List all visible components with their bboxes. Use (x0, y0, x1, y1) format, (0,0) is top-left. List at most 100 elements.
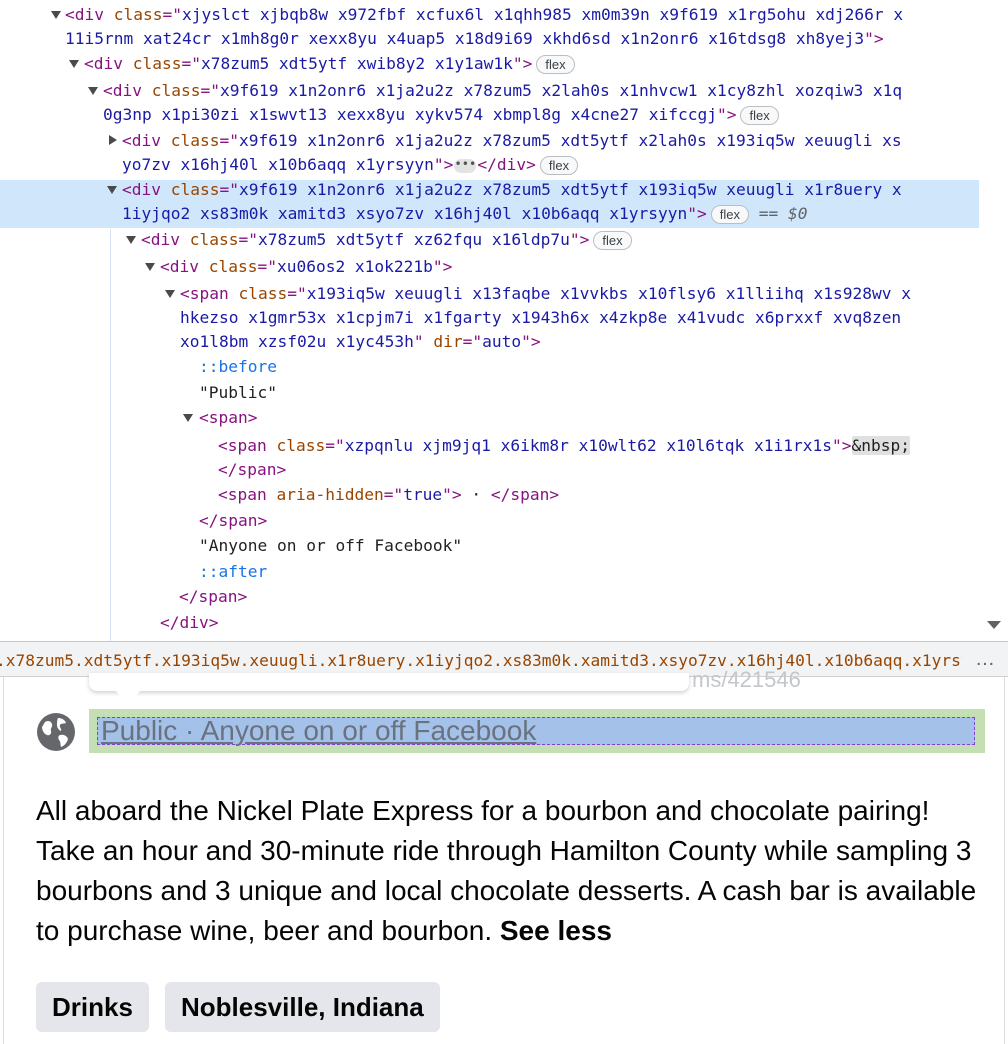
dom-node-line[interactable]: <div class="x78zum5 xdt5ytf xwib8y2 x1y1… (84, 52, 575, 76)
dom-node-line[interactable]: 11i5rnm xat24cr x1mh8g0r xexx8yu x4uap5 … (65, 27, 884, 51)
expand-triangle-icon[interactable] (51, 11, 61, 19)
code-token: x193iq5w xeuugli x13faqbe x1vvkbs x10fls… (306, 284, 911, 303)
flex-badge[interactable]: flex (593, 231, 632, 250)
tag-chip-location[interactable]: Noblesville, Indiana (165, 982, 440, 1032)
dom-node-line[interactable]: </span> (179, 585, 247, 609)
elements-scrollbar[interactable] (979, 0, 1008, 641)
code-token: <span> (199, 408, 258, 427)
flex-badge[interactable]: flex (710, 205, 749, 224)
code-token: class (132, 54, 182, 73)
dom-node-line[interactable]: <div class="x9f619 x1n2onr6 x1ja2u2z x78… (122, 178, 902, 202)
code-token: x9f619 x1n2onr6 x1ja2u2z x78zum5 x2lah0s… (219, 81, 903, 100)
code-token: =" (257, 257, 277, 276)
code-token: <span (180, 284, 239, 303)
code-token: hkezso x1gmr53x x1cpjm7i x1fgarty x1943h… (180, 308, 902, 327)
code-token: "> (442, 485, 462, 504)
code-token: <span (218, 436, 277, 455)
code-token: x9f619 x1n2onr6 x1ja2u2z x78zum5 xdt5ytf… (238, 180, 902, 199)
code-token: dir (433, 332, 463, 351)
code-token: class (151, 81, 201, 100)
dom-node-line[interactable]: "Anyone on or off Facebook" (199, 534, 462, 558)
code-token: x78zum5 xdt5ytf xz62fqu x16ldp7u (257, 230, 570, 249)
tag-chip-drinks[interactable]: Drinks (36, 982, 149, 1032)
dom-node-line[interactable]: ::before (199, 355, 277, 379)
code-token: =" (287, 284, 307, 303)
expand-triangle-icon[interactable] (183, 414, 193, 422)
code-token: class (170, 131, 220, 150)
dom-node-line[interactable]: <div class="x9f619 x1n2onr6 x1ja2u2z x78… (103, 79, 902, 103)
dom-node-line[interactable]: hkezso x1gmr53x x1cpjm7i x1fgarty x1943h… (180, 306, 901, 330)
dom-node-line[interactable]: <div class="x78zum5 xdt5ytf xz62fqu x16l… (141, 228, 632, 252)
code-token: 11i5rnm xat24cr x1mh8g0r xexx8yu x4uap5 … (65, 29, 865, 48)
code-token: class (276, 436, 326, 455)
dom-node-line[interactable]: ::after (199, 560, 267, 584)
elements-panel[interactable]: <div class="xjyslct xjbqb8w x972fbf xcfu… (0, 0, 1008, 641)
code-token: yo7zv x16hj40l x10b6aqq x1yrsyyn (122, 155, 434, 174)
dom-node-line[interactable]: yo7zv x16hj40l x10b6aqq x1yrsyyn">•••</d… (122, 153, 579, 177)
code-token: =" (462, 332, 483, 351)
dom-node-line[interactable]: xo1l8bm xzsf02u x1yc453h" dir="auto"> (180, 330, 541, 354)
dom-node-line[interactable]: <div class="xjyslct xjbqb8w x972fbf xcfu… (65, 3, 903, 27)
inspect-tooltip (89, 673, 689, 691)
code-token: class (189, 230, 239, 249)
scroll-down-icon[interactable] (987, 621, 1001, 629)
dom-node-line[interactable]: <div class="x9f619 x1n2onr6 x1ja2u2z x78… (122, 129, 902, 153)
dom-node-line[interactable]: 1iyjqo2 xs83m0k xamitd3 xsyo7zv x16hj40l… (122, 202, 807, 226)
expand-triangle-icon[interactable] (126, 236, 136, 244)
code-token: </span> (179, 587, 248, 606)
expand-triangle-icon[interactable] (69, 60, 79, 68)
code-token: <div (84, 54, 133, 73)
code-token: "> (716, 105, 737, 124)
flex-badge[interactable]: flex (740, 106, 779, 125)
code-token: xjyslct xjbqb8w x972fbf xcfux6l x1qhh985… (181, 5, 904, 24)
card-border (3, 677, 4, 1044)
flex-badge[interactable]: flex (539, 156, 579, 175)
selected-node-marker: == $0 (749, 204, 808, 223)
code-token: "> (569, 230, 590, 249)
code-token: =" (181, 54, 201, 73)
code-token: x78zum5 xdt5ytf xwib8y2 x1y1aw1k (200, 54, 513, 73)
breadcrumb-selector[interactable]: .x78zum5.xdt5ytf.x193iq5w.xeuugli.x1r8ue… (0, 651, 990, 670)
code-token: "> (433, 155, 454, 174)
code-token: =" (219, 180, 239, 199)
dom-node-line[interactable]: 0g3np x1pi30zi x1swvt13 xexx8yu xykv574 … (103, 103, 779, 127)
dom-node-line[interactable]: </div> (160, 611, 218, 635)
code-token: =" (200, 81, 220, 100)
dom-node-line[interactable]: <span aria-hidden="true"> · </span> (218, 483, 559, 507)
audience-text[interactable]: Public · Anyone on or off Facebook (101, 715, 536, 747)
code-token: =" (238, 230, 258, 249)
code-token: <div (160, 257, 209, 276)
dom-node-line[interactable]: </span> (218, 458, 286, 482)
expand-triangle-icon[interactable] (165, 290, 175, 298)
code-token: "> (432, 257, 453, 276)
tree-guide-line (110, 229, 111, 641)
collapsed-children-ellipsis[interactable]: ••• (454, 158, 477, 173)
code-token: "Public" (199, 383, 277, 402)
expand-triangle-icon[interactable] (88, 87, 98, 95)
dom-node-line[interactable]: <span class="x193iq5w xeuugli x13faqbe x… (180, 282, 911, 306)
collapse-triangle-icon[interactable] (109, 135, 117, 145)
code-token: "> (832, 436, 852, 455)
code-token: 0g3np x1pi30zi x1swvt13 xexx8yu xykv574 … (103, 105, 717, 124)
code-token: "Anyone on or off Facebook" (199, 536, 463, 555)
code-token: "> (521, 332, 541, 351)
code-token: =" (219, 131, 239, 150)
code-token: class (238, 284, 288, 303)
flex-badge[interactable]: flex (536, 55, 575, 74)
dom-node-line[interactable]: "Public" (199, 381, 277, 405)
code-token: "> (864, 29, 884, 48)
expand-triangle-icon[interactable] (107, 186, 117, 194)
code-token: 1iyjqo2 xs83m0k xamitd3 xsyo7zv x16hj40l… (122, 204, 688, 223)
dom-node-line[interactable]: <div class="xu06os2 x1ok221b"> (160, 255, 452, 279)
dom-node-line[interactable]: </span> (199, 509, 267, 533)
dom-node-line[interactable]: <span class="xzpqnlu xjm9jq1 x6ikm8r x10… (218, 434, 910, 458)
expand-triangle-icon[interactable] (145, 263, 155, 271)
see-less-link[interactable]: See less (500, 915, 612, 946)
code-token: &nbsp; (851, 436, 910, 455)
breadcrumb-more-button[interactable]: … (962, 642, 1008, 676)
code-token: =" (162, 5, 182, 24)
code-token: class (208, 257, 258, 276)
dom-node-line[interactable]: <span> (199, 406, 257, 430)
code-token: </span> (199, 511, 268, 530)
post-card: ms/421546 Public · Anyone on or off Face… (0, 667, 1008, 1044)
